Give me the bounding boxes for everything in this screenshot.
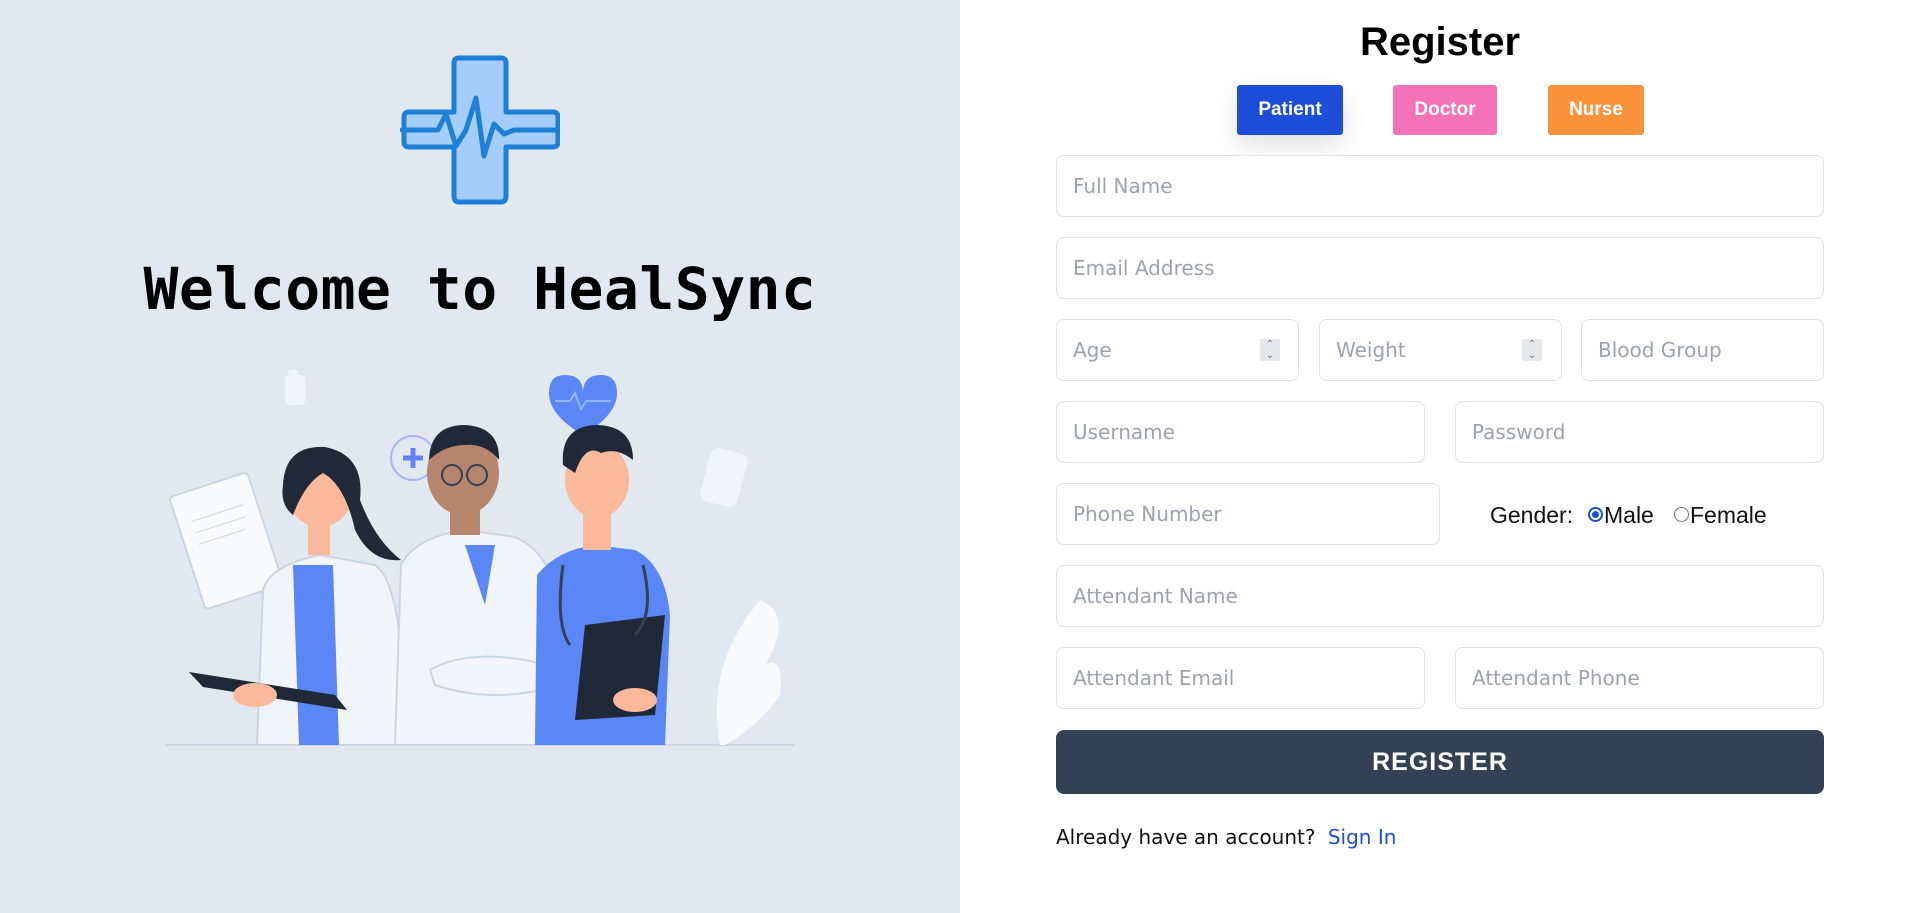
register-title: Register	[1359, 20, 1521, 64]
username-input[interactable]	[1056, 401, 1425, 463]
full-name-input[interactable]	[1056, 155, 1824, 217]
age-spinner-icon[interactable]: ⌃ ⌄	[1260, 339, 1280, 361]
password-input[interactable]	[1455, 401, 1824, 463]
gender-female-radio[interactable]	[1674, 507, 1689, 522]
role-patient-button[interactable]: Patient	[1237, 85, 1343, 135]
signin-row: Already have an account? Sign In	[1056, 825, 1396, 849]
gender-male-label[interactable]: Male	[1604, 502, 1654, 529]
email-input[interactable]	[1056, 237, 1824, 299]
medical-cross-logo-icon	[400, 55, 560, 205]
signin-link[interactable]: Sign In	[1328, 825, 1397, 849]
weight-spinner-icon[interactable]: ⌃ ⌄	[1522, 339, 1542, 361]
welcome-heading: Welcome to HealSync	[143, 255, 817, 323]
register-panel: Register Patient Doctor Nurse ⌃⌄ ⌃⌄ Gend…	[960, 0, 1920, 913]
role-nurse-button[interactable]: Nurse	[1548, 85, 1644, 135]
gender-male-radio[interactable]	[1588, 507, 1603, 522]
gender-label: Gender:	[1490, 502, 1574, 528]
gender-female-label[interactable]: Female	[1690, 502, 1767, 529]
blood-group-input[interactable]	[1581, 319, 1824, 381]
medical-team-illustration	[165, 370, 795, 746]
signin-prompt: Already have an account?	[1056, 825, 1316, 849]
attendant-phone-input[interactable]	[1455, 647, 1824, 709]
role-doctor-button[interactable]: Doctor	[1393, 85, 1497, 135]
register-button[interactable]: REGISTER	[1056, 730, 1824, 794]
welcome-panel: Welcome to HealSync	[0, 0, 960, 913]
phone-number-input[interactable]	[1056, 483, 1440, 545]
attendant-email-input[interactable]	[1056, 647, 1425, 709]
attendant-name-input[interactable]	[1056, 565, 1824, 627]
